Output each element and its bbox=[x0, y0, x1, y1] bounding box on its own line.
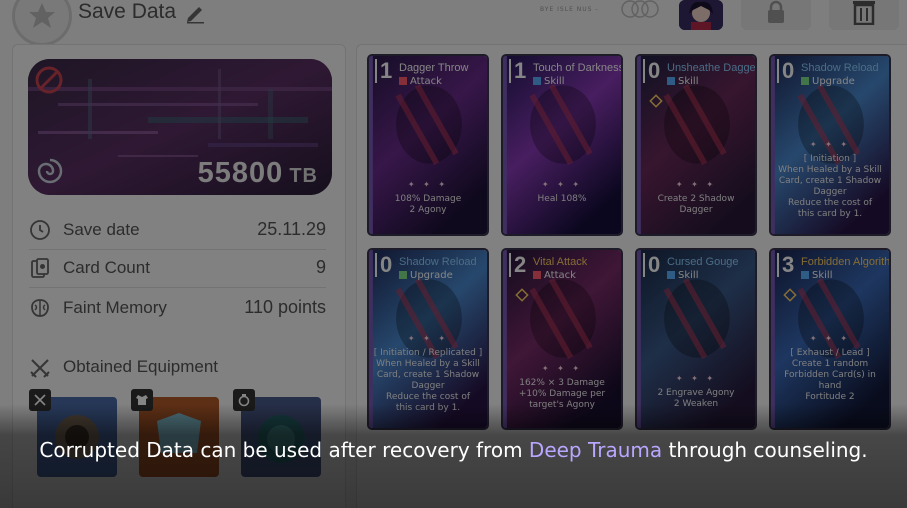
caption-text-before: Corrupted Data can be used after recover… bbox=[39, 438, 529, 462]
save-data-screen: Save Data BYE ISLE NUS - 55800 TB Save d… bbox=[0, 0, 907, 508]
tutorial-caption: Corrupted Data can be used after recover… bbox=[0, 437, 907, 464]
caption-text-after: through counseling. bbox=[662, 438, 868, 462]
caption-keyword: Deep Trauma bbox=[528, 438, 663, 462]
